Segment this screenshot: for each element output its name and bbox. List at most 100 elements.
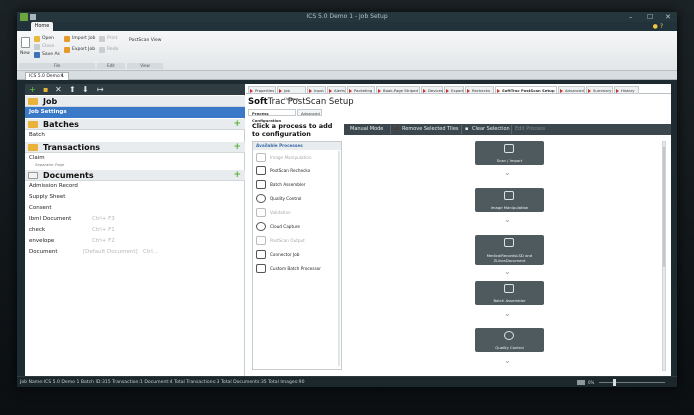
add-transaction-icon[interactable]: + [233,142,241,153]
process-cloud-capture[interactable]: Cloud Capture [253,220,341,233]
remove-selected-tiles-button[interactable]: Remove Selected Tiles [402,124,459,135]
tree-item-batch[interactable]: Batch [25,130,245,141]
maximize-button[interactable]: ☐ [647,12,653,22]
process-custom-batch-processor[interactable]: Custom Batch Processor [253,262,341,275]
process-label: PostScan Recheckx [270,168,311,173]
tab-properties[interactable]: Properties [248,86,276,94]
document-shortcut: Ctrl+ F2 [92,238,115,244]
tree-item-document[interactable]: Consent [25,203,245,214]
save-as-button[interactable]: Save As [42,52,60,57]
export-job-button[interactable]: Export Job [72,47,95,52]
move-up-button[interactable]: ⬆ [69,84,76,95]
flow-tile-quality-control[interactable]: Quality Control [475,328,544,352]
zoom-level: 0% [588,380,595,385]
tree-item-document[interactable]: Document [Default Document] Ctrl... [25,247,245,258]
desktop-background: ICS 5.0 Demo 1 - Job Setup – ☐ ✕ Home ● … [0,0,694,415]
flow-arrow-icon: ⌄ [504,309,511,318]
tab-advanced[interactable]: Advanced [558,86,585,94]
output-icon [256,236,266,245]
doc-tab-close-icon[interactable]: ✕ [60,73,64,80]
process-quality-control[interactable]: Quality Control [253,192,341,205]
process-label: Quality Control [270,196,302,201]
process-list-scrollbar[interactable] [338,151,340,366]
close-job-button[interactable]: Close [42,44,54,49]
tab-recheckx[interactable]: Recheckx [465,86,494,94]
process-label: Image Manipulation [270,155,312,160]
subtab-process-configuration[interactable]: Process Configuration [248,109,296,123]
tab-alerts[interactable]: Alerts [327,86,346,94]
close-button[interactable]: ✕ [665,12,671,22]
connector-icon [256,250,266,259]
new-icon [21,37,30,48]
process-batch-assembler[interactable]: Batch Assembler [253,178,341,191]
tree-section-documents[interactable]: Documents + [25,170,245,181]
process-postscan-recheckx[interactable]: PostScan Recheckx [253,164,341,177]
flow-tile-batch-assembler[interactable]: Batch Assembler [475,281,544,305]
tree-item-document[interactable]: check Ctrl+ F1 [25,225,245,236]
import-job-button[interactable]: Import Job [72,36,95,41]
process-postscan-output[interactable]: PostScan Output [253,234,341,247]
tree-item-document[interactable]: Ibml Document Ctrl+ F3 [25,214,245,225]
canvas-scrollbar[interactable] [662,141,666,371]
setup-title-rest: Trac PostScan Setup [267,97,354,107]
process-label: Cloud Capture [270,224,300,229]
transactions-folder-icon [28,144,38,151]
tab-summary[interactable]: Summary [586,86,613,94]
add-item-button[interactable]: + [29,84,36,95]
save-icon [34,52,40,58]
recheckx-icon [504,238,514,247]
close-doc-icon [34,44,40,50]
process-validation[interactable]: Validation [253,206,341,219]
process-connector-job[interactable]: Connector Job [253,248,341,261]
zoom-slider-thumb[interactable] [613,379,616,386]
tree-item-document[interactable]: Supply Sheet [25,192,245,203]
tab-home[interactable]: Home [31,22,53,31]
new-button[interactable]: New [20,51,30,56]
print-button[interactable]: Print [107,36,117,41]
ribbon: New Open Close Save As Import Job Export… [17,31,677,71]
tab-softtrac-postscan-setup[interactable]: SoftTrac PostScan Setup [495,86,557,94]
clear-selection-button[interactable]: Clear Selection [472,124,510,135]
remove-tiles-icon: ⬛ [394,126,401,132]
delete-item-button[interactable]: ✕ [55,84,62,95]
manual-mode-button[interactable]: Manual Mode [350,124,383,135]
zoom-slider[interactable] [599,382,665,383]
subtab-advanced[interactable]: Advanced [297,109,322,116]
minimize-button[interactable]: – [629,12,633,22]
flow-tile-scan-import[interactable]: Scan / Import [475,141,544,165]
tab-export[interactable]: Export [444,86,464,94]
document-name: Supply Sheet [29,194,66,200]
tab-input[interactable]: Input [307,86,326,94]
tree-item-document[interactable]: envelope Ctrl+ F2 [25,236,245,247]
indent-button[interactable]: ↦ [97,84,104,95]
tree-item-separator-page[interactable]: Separator Page [25,161,245,168]
document-name: check [29,227,46,233]
tab-devices[interactable]: Devices [421,86,443,94]
tab-packeting[interactable]: Packeting [347,86,375,94]
flow-arrow-icon: ⌄ [504,356,511,365]
open-button[interactable]: Open [42,36,54,41]
tree-section-job[interactable]: Job [25,96,245,107]
canvas-scrollbar-thumb[interactable] [663,147,665,267]
process-image-manipulation[interactable]: Image Manipulation [253,151,341,164]
tab-ics-demo[interactable]: ICS 5.0 Demo 1 ✕ [25,72,69,80]
flow-tile-image-manipulation[interactable]: Image Manipulation [475,188,544,212]
edit-process-button[interactable]: Edit Process [515,124,545,135]
tree-section-batches[interactable]: Batches + [25,119,245,130]
tree-section-transactions[interactable]: Transactions + [25,142,245,153]
tab-book-page[interactable]: Book-Page Striped [376,86,420,94]
move-down-button[interactable]: ⬇ [82,84,89,95]
copy-item-button[interactable]: ▪ [43,84,48,95]
tree-item-document[interactable]: Admission Record [25,181,245,192]
add-batch-icon[interactable]: + [233,119,241,130]
window-title: ICS 5.0 Demo 1 - Job Setup [306,13,388,20]
tree-item-job-settings[interactable]: Job Settings [25,107,245,118]
title-bar: ICS 5.0 Demo 1 - Job Setup – ☐ ✕ [17,12,677,22]
help-icon[interactable]: ● ? [653,23,663,30]
tab-job-options[interactable]: Job Options [277,86,306,101]
flow-tile-medical-records[interactable]: MedicalRecordsLSD and ZLibraDocument [475,235,544,265]
tab-history[interactable]: History [614,86,639,94]
add-document-icon[interactable]: + [233,170,241,181]
redo-button[interactable]: Redo [107,47,118,52]
postscan-view-button[interactable]: PostScan View [129,38,161,43]
